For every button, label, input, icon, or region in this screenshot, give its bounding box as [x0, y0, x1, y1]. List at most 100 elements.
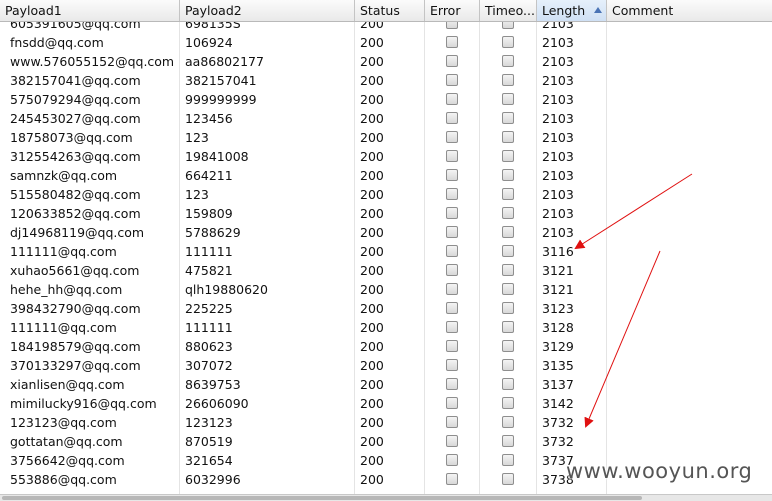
- table-row[interactable]: 123123@qq.com 123123 200 3732: [0, 413, 772, 432]
- table-row[interactable]: 382157041@qq.com 382157041 200 2103: [0, 71, 772, 90]
- error-checkbox[interactable]: [446, 321, 458, 333]
- error-checkbox[interactable]: [446, 131, 458, 143]
- timeout-checkbox[interactable]: [502, 55, 514, 67]
- cell-error: [425, 223, 480, 242]
- timeout-checkbox[interactable]: [502, 207, 514, 219]
- timeout-checkbox[interactable]: [502, 283, 514, 295]
- error-checkbox[interactable]: [446, 264, 458, 276]
- table-row[interactable]: 111111@qq.com 111111 200 3128: [0, 318, 772, 337]
- error-checkbox[interactable]: [446, 226, 458, 238]
- timeout-checkbox[interactable]: [502, 302, 514, 314]
- table-row[interactable]: gottatan@qq.com 870519 200 3732: [0, 432, 772, 451]
- table-row[interactable]: dj14968119@qq.com 5788629 200 2103: [0, 223, 772, 242]
- cell-timeout: [480, 356, 537, 375]
- cell-length: 3732: [542, 434, 574, 449]
- timeout-checkbox[interactable]: [502, 74, 514, 86]
- cell-comment: [607, 280, 772, 299]
- cell-payload2: 664211: [185, 168, 233, 183]
- cell-comment: [607, 394, 772, 413]
- cell-length: 3121: [542, 263, 574, 278]
- error-checkbox[interactable]: [446, 112, 458, 124]
- cell-length: 2103: [542, 168, 574, 183]
- table-row[interactable]: 370133297@qq.com 307072 200 3135: [0, 356, 772, 375]
- error-checkbox[interactable]: [446, 93, 458, 105]
- cell-error: [425, 185, 480, 204]
- timeout-checkbox[interactable]: [502, 36, 514, 48]
- cell-status: 200: [360, 35, 384, 50]
- timeout-checkbox[interactable]: [502, 359, 514, 371]
- cell-payload1: 120633852@qq.com: [10, 206, 141, 221]
- timeout-checkbox[interactable]: [502, 321, 514, 333]
- table-row[interactable]: 111111@qq.com 111111 200 3116: [0, 242, 772, 261]
- error-checkbox[interactable]: [446, 74, 458, 86]
- scrollbar-thumb[interactable]: [2, 496, 642, 500]
- table-row[interactable]: 515580482@qq.com 123 200 2103: [0, 185, 772, 204]
- error-checkbox[interactable]: [446, 359, 458, 371]
- table-row[interactable]: 245453027@qq.com 123456 200 2103: [0, 109, 772, 128]
- table-row[interactable]: fnsdd@qq.com 106924 200 2103: [0, 33, 772, 52]
- table-row[interactable]: 120633852@qq.com 159809 200 2103: [0, 204, 772, 223]
- table-row[interactable]: hehe_hh@qq.com qlh19880620 200 3121: [0, 280, 772, 299]
- error-checkbox[interactable]: [446, 188, 458, 200]
- error-checkbox[interactable]: [446, 454, 458, 466]
- timeout-checkbox[interactable]: [502, 112, 514, 124]
- cell-status: 200: [360, 54, 384, 69]
- error-checkbox[interactable]: [446, 245, 458, 257]
- timeout-checkbox[interactable]: [502, 264, 514, 276]
- error-checkbox[interactable]: [446, 207, 458, 219]
- timeout-checkbox[interactable]: [502, 397, 514, 409]
- error-checkbox[interactable]: [446, 169, 458, 181]
- error-checkbox[interactable]: [446, 150, 458, 162]
- error-checkbox[interactable]: [446, 473, 458, 485]
- error-checkbox[interactable]: [446, 416, 458, 428]
- error-checkbox[interactable]: [446, 36, 458, 48]
- cell-error: [425, 261, 480, 280]
- timeout-checkbox[interactable]: [502, 435, 514, 447]
- timeout-checkbox[interactable]: [502, 340, 514, 352]
- error-checkbox[interactable]: [446, 283, 458, 295]
- timeout-checkbox[interactable]: [502, 131, 514, 143]
- timeout-checkbox[interactable]: [502, 473, 514, 485]
- horizontal-scrollbar[interactable]: [0, 494, 772, 501]
- timeout-checkbox[interactable]: [502, 454, 514, 466]
- timeout-checkbox[interactable]: [502, 93, 514, 105]
- table-row[interactable]: 605391605@qq.com 698135S 200 2103: [0, 22, 772, 33]
- error-checkbox[interactable]: [446, 22, 458, 29]
- error-checkbox[interactable]: [446, 340, 458, 352]
- cell-payload1: www.576055152@qq.com: [10, 54, 175, 69]
- table-row[interactable]: 398432790@qq.com 225225 200 3123: [0, 299, 772, 318]
- watermark: www.wooyun.org: [566, 459, 753, 483]
- table-row[interactable]: 184198579@qq.com 880623 200 3129: [0, 337, 772, 356]
- timeout-checkbox[interactable]: [502, 169, 514, 181]
- table-row[interactable]: 18758073@qq.com 123 200 2103: [0, 128, 772, 147]
- table-row[interactable]: mimilucky916@qq.com 26606090 200 3142: [0, 394, 772, 413]
- table-row[interactable]: 575079294@qq.com 999999999 200 2103: [0, 90, 772, 109]
- error-checkbox[interactable]: [446, 378, 458, 390]
- cell-error: [425, 166, 480, 185]
- table-row[interactable]: samnzk@qq.com 664211 200 2103: [0, 166, 772, 185]
- column-divider: [479, 22, 480, 496]
- error-checkbox[interactable]: [446, 55, 458, 67]
- column-divider: [424, 22, 425, 496]
- timeout-checkbox[interactable]: [502, 188, 514, 200]
- error-checkbox[interactable]: [446, 397, 458, 409]
- timeout-checkbox[interactable]: [502, 22, 514, 29]
- cell-payload2: 123123: [185, 415, 233, 430]
- timeout-checkbox[interactable]: [502, 245, 514, 257]
- cell-payload2: 6032996: [185, 472, 241, 487]
- cell-status: 200: [360, 434, 384, 449]
- cell-error: [425, 280, 480, 299]
- cell-payload2: 5788629: [185, 225, 241, 240]
- error-checkbox[interactable]: [446, 302, 458, 314]
- table-row[interactable]: xianlisen@qq.com 8639753 200 3137: [0, 375, 772, 394]
- timeout-checkbox[interactable]: [502, 378, 514, 390]
- cell-timeout: [480, 204, 537, 223]
- timeout-checkbox[interactable]: [502, 150, 514, 162]
- table-row[interactable]: www.576055152@qq.com aa86802177 200 2103: [0, 52, 772, 71]
- timeout-checkbox[interactable]: [502, 416, 514, 428]
- cell-payload2: 123: [185, 187, 209, 202]
- error-checkbox[interactable]: [446, 435, 458, 447]
- timeout-checkbox[interactable]: [502, 226, 514, 238]
- table-row[interactable]: 312554263@qq.com 19841008 200 2103: [0, 147, 772, 166]
- table-row[interactable]: xuhao5661@qq.com 475821 200 3121: [0, 261, 772, 280]
